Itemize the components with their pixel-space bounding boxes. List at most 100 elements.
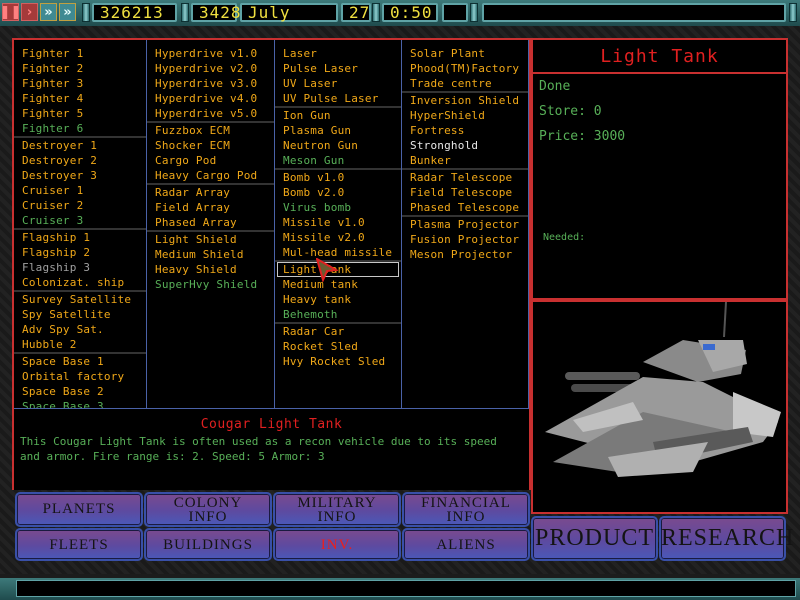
inventory-item[interactable]: Shocker ECM: [147, 138, 274, 153]
inventory-item[interactable]: Hubble 2: [14, 337, 146, 352]
inventory-item[interactable]: Field Array: [147, 200, 274, 215]
inventory-item[interactable]: Ion Gun: [275, 108, 401, 123]
inventory-item[interactable]: Survey Satellite: [14, 292, 146, 307]
inventory-item[interactable]: Colonizat. ship: [14, 275, 146, 290]
inventory-item[interactable]: Hyperdrive v4.0: [147, 91, 274, 106]
inventory-item[interactable]: Fusion Projector: [402, 232, 528, 247]
inventory-item[interactable]: Light Tank: [277, 262, 399, 277]
inventory-item[interactable]: Spy Satellite: [14, 307, 146, 322]
inventory-item[interactable]: Space Base 2: [14, 384, 146, 399]
inventory-item[interactable]: Radar Car: [275, 324, 401, 339]
inventory-item[interactable]: Stronghold: [402, 138, 528, 153]
inventory-item[interactable]: Heavy tank: [275, 292, 401, 307]
inventory-item[interactable]: Hyperdrive v5.0: [147, 106, 274, 121]
inventory-item[interactable]: Behemoth: [275, 307, 401, 322]
inventory-item[interactable]: Fighter 5: [14, 106, 146, 121]
inventory-item[interactable]: Flagship 2: [14, 245, 146, 260]
planets-label: PLANETS: [42, 501, 116, 517]
inventory-item[interactable]: Fighter 6: [14, 121, 146, 136]
product-button[interactable]: PRODUCT: [531, 516, 658, 561]
fast-forward-button[interactable]: »: [40, 3, 57, 21]
military-info-button[interactable]: MILITARY INFO: [273, 492, 401, 527]
inventory-item[interactable]: Fortress: [402, 123, 528, 138]
inventory-item[interactable]: Phood(TM)Factory: [402, 61, 528, 76]
inventory-item[interactable]: Medium Shield: [147, 247, 274, 262]
aliens-label: ALIENS: [436, 537, 496, 553]
inventory-item[interactable]: SuperHvy Shield: [147, 277, 274, 292]
inventory-item[interactable]: Fuzzbox ECM: [147, 123, 274, 138]
inventory-item[interactable]: Hyperdrive v3.0: [147, 76, 274, 91]
top-status-bar: ❚❚ › » » 326213 3428 July 27 0:50: [0, 0, 800, 27]
inventory-item[interactable]: Cruiser 1: [14, 183, 146, 198]
description-title: Cougar Light Tank: [200, 417, 343, 432]
inventory-item[interactable]: Orbital factory: [14, 369, 146, 384]
inventory-item[interactable]: Pulse Laser: [275, 61, 401, 76]
inventory-item[interactable]: Trade centre: [402, 76, 528, 91]
colony-info-button[interactable]: COLONY INFO: [144, 492, 272, 527]
item-group: Fighter 1 Fighter 2 Fighter 3 Fighter 4 Figh…: [14, 46, 146, 138]
inventory-item[interactable]: Solar Plant: [402, 46, 528, 61]
inventory-item[interactable]: Flagship 3: [14, 260, 146, 275]
inventory-item[interactable]: Light Shield: [147, 232, 274, 247]
inventory-item[interactable]: Radar Array: [147, 185, 274, 200]
status-message-field: [16, 580, 796, 597]
inventory-item[interactable]: Phased Telescope: [402, 200, 528, 215]
inventory-item[interactable]: Field Telescope: [402, 185, 528, 200]
financial-info-button[interactable]: FINANCIAL INFO: [402, 492, 530, 527]
inventory-item[interactable]: HyperShield: [402, 108, 528, 123]
inventory-item[interactable]: Adv Spy Sat.: [14, 322, 146, 337]
inventory-item[interactable]: Destroyer 3: [14, 168, 146, 183]
inventory-item[interactable]: Fighter 4: [14, 91, 146, 106]
research-button[interactable]: RESEARCH: [659, 516, 793, 561]
inventory-item[interactable]: UV Pulse Laser: [275, 91, 401, 106]
inventory-item[interactable]: Medium tank: [275, 277, 401, 292]
inventory-item[interactable]: Bomb v2.0: [275, 185, 401, 200]
inventory-item[interactable]: Space Base 1: [14, 354, 146, 369]
inventory-item[interactable]: Destroyer 2: [14, 153, 146, 168]
inventory-item[interactable]: Bomb v1.0: [275, 170, 401, 185]
item-group: Flagship 1 Flagship 2 Flagship 3 Colonizat.…: [14, 230, 146, 292]
fleets-button[interactable]: FLEETS: [15, 528, 143, 561]
inventory-item[interactable]: Missile v1.0: [275, 215, 401, 230]
inventory-item[interactable]: Fighter 3: [14, 76, 146, 91]
inventory-item[interactable]: Cargo Pod: [147, 153, 274, 168]
buildings-button[interactable]: BUILDINGS: [144, 528, 272, 561]
inventory-item[interactable]: Phased Array: [147, 215, 274, 230]
inventory-item[interactable]: Radar Telescope: [402, 170, 528, 185]
inventory-item[interactable]: UV Laser: [275, 76, 401, 91]
column-weapons: Laser Pulse Laser UV Laser UV Pulse Laser Io…: [275, 40, 402, 408]
item-group: Light Shield Medium Shield Heavy Shield Sup…: [147, 232, 274, 292]
pause-button[interactable]: ❚❚: [0, 3, 21, 21]
faster-forward-button[interactable]: »: [59, 3, 76, 21]
play-button[interactable]: ›: [21, 3, 38, 21]
inventory-item[interactable]: Hvy Rocket Sled: [275, 354, 401, 369]
aliens-button[interactable]: ALIENS: [402, 528, 530, 561]
inventory-item[interactable]: Bunker: [402, 153, 528, 168]
inventory-item[interactable]: Fighter 1: [14, 46, 146, 61]
inventory-item[interactable]: Fighter 2: [14, 61, 146, 76]
item-group: Radar Array Field Array Phased Array: [147, 185, 274, 232]
inventory-item[interactable]: Hyperdrive v2.0: [147, 61, 274, 76]
inventory-item[interactable]: Meson Gun: [275, 153, 401, 168]
inventory-item[interactable]: Heavy Cargo Pod: [147, 168, 274, 183]
inventory-item[interactable]: Missile v2.0: [275, 230, 401, 245]
description-panel: Cougar Light Tank This Cougar Light Tank…: [14, 408, 529, 490]
inventory-item[interactable]: Flagship 1: [14, 230, 146, 245]
inventory-item[interactable]: Neutron Gun: [275, 138, 401, 153]
inventory-item[interactable]: Virus bomb: [275, 200, 401, 215]
inventory-item[interactable]: Meson Projector: [402, 247, 528, 262]
inventory-item[interactable]: Inversion Shield: [402, 93, 528, 108]
planets-button[interactable]: PLANETS: [15, 492, 143, 527]
inventory-item[interactable]: Plasma Gun: [275, 123, 401, 138]
inventory-item[interactable]: Hyperdrive v1.0: [147, 46, 274, 61]
inventory-item[interactable]: Cruiser 3: [14, 213, 146, 228]
inventory-item[interactable]: Mul-head missile: [275, 245, 401, 260]
inventory-item[interactable]: Heavy Shield: [147, 262, 274, 277]
inventory-item[interactable]: Rocket Sled: [275, 339, 401, 354]
inventory-item[interactable]: Plasma Projector: [402, 217, 528, 232]
inventory-item[interactable]: Laser: [275, 46, 401, 61]
inventory-item[interactable]: Destroyer 1: [14, 138, 146, 153]
speed-display: [442, 3, 468, 22]
inventory-item[interactable]: Cruiser 2: [14, 198, 146, 213]
inventory-button[interactable]: INV.: [273, 528, 401, 561]
